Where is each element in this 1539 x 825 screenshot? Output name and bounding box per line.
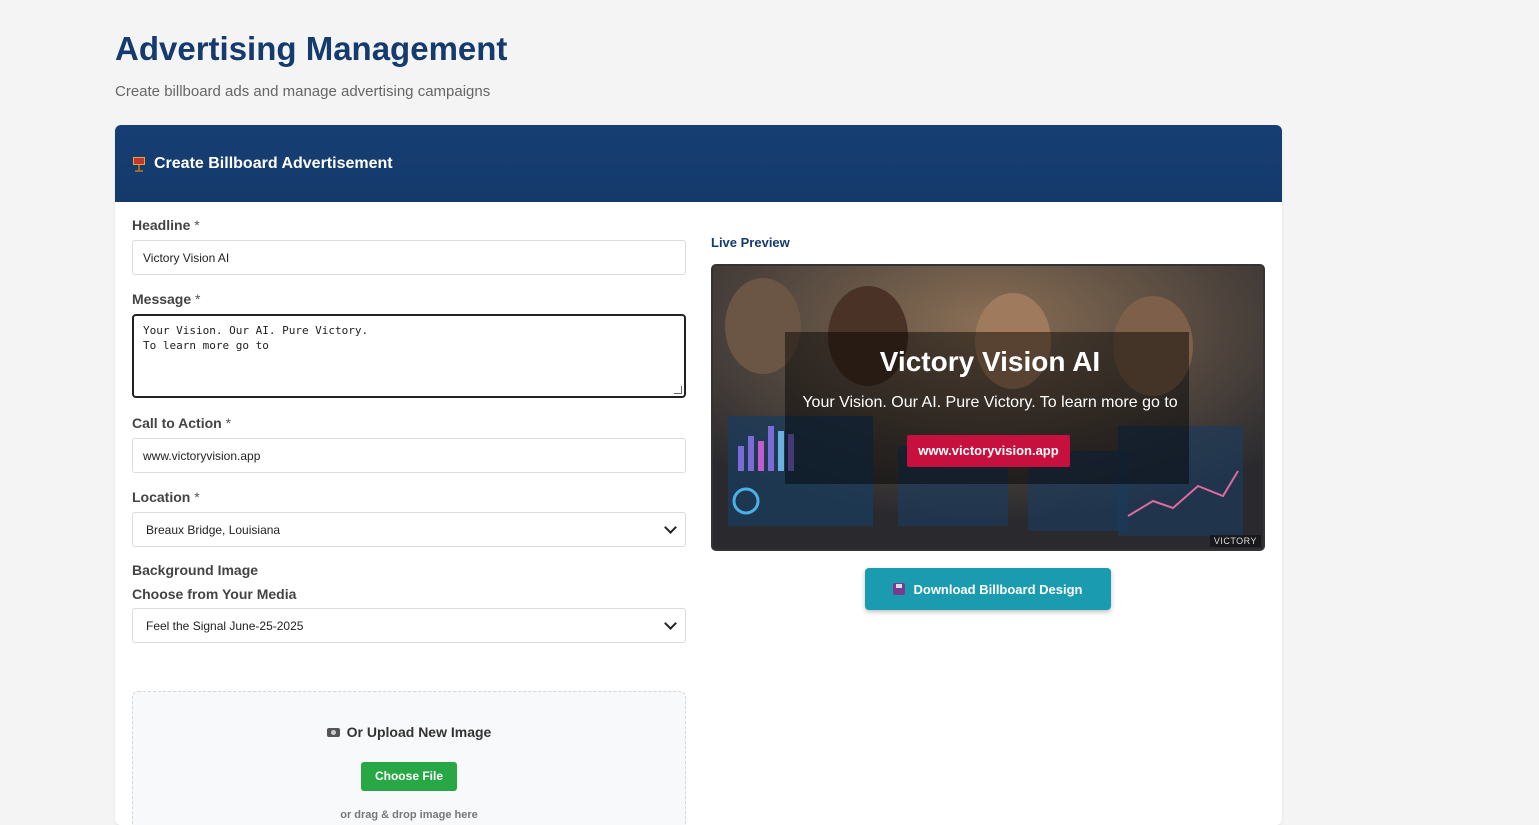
page-title: Advertising Management bbox=[115, 30, 508, 67]
billboard-icon bbox=[132, 156, 146, 172]
preview-label: Live Preview bbox=[711, 235, 790, 250]
camera-icon bbox=[326, 727, 340, 737]
chevron-down-icon bbox=[664, 520, 677, 534]
upload-title: Or Upload New Image bbox=[133, 724, 685, 740]
background-label: Background Image bbox=[132, 562, 259, 578]
location-group: Location * Breaux Bridge, Louisiana bbox=[132, 489, 686, 547]
chevron-down-icon bbox=[664, 616, 677, 630]
location-value: Breaux Bridge, Louisiana bbox=[146, 522, 281, 537]
download-billboard-button[interactable]: Download Billboard Design bbox=[865, 568, 1111, 610]
media-label: Choose from Your Media bbox=[132, 586, 297, 602]
preview-panel: Live Preview Victory Vision AI Your Visi… bbox=[711, 235, 1265, 610]
choose-file-button[interactable]: Choose File bbox=[361, 762, 457, 791]
page-subtitle: Create billboard ads and manage advertis… bbox=[115, 83, 491, 100]
headline-input[interactable]: Victory Vision AI bbox=[132, 240, 686, 275]
billboard-headline: Victory Vision AI bbox=[879, 346, 1101, 377]
media-value: Feel the Signal June-25-2025 bbox=[146, 618, 304, 633]
billboard-preview: Victory Vision AI Your Vision. Our AI. P… bbox=[711, 264, 1265, 551]
page-header: Advertising Management Create billboard … bbox=[115, 28, 507, 102]
headline-label: Headline * bbox=[132, 217, 200, 233]
resize-grip-icon[interactable] bbox=[674, 386, 682, 394]
message-text: Your Vision. Our AI. Pure Victory. To le… bbox=[143, 324, 369, 352]
billboard-cta: www.victoryvision.app bbox=[907, 435, 1070, 467]
background-group: Background Image Choose from Your Media … bbox=[132, 562, 686, 643]
media-select[interactable]: Feel the Signal June-25-2025 bbox=[132, 608, 686, 643]
location-select[interactable]: Breaux Bridge, Louisiana bbox=[132, 512, 686, 547]
card-title: Create Billboard Advertisement bbox=[154, 154, 393, 172]
billboard-message: Your Vision. Our AI. Pure Victory. To le… bbox=[802, 394, 1178, 411]
billboard-card: Create Billboard Advertisement Headline … bbox=[115, 125, 1282, 825]
floppy-disk-icon bbox=[893, 583, 906, 595]
drag-drop-hint: or drag & drop image here bbox=[340, 809, 478, 821]
headline-group: Headline * Victory Vision AI bbox=[132, 217, 686, 275]
message-textarea[interactable]: Your Vision. Our AI. Pure Victory. To le… bbox=[132, 314, 686, 398]
cta-group: Call to Action * www.victoryvision.app bbox=[132, 415, 686, 473]
billboard-watermark: VICTORY bbox=[1209, 535, 1261, 547]
location-label: Location * bbox=[132, 489, 200, 505]
message-label: Message * bbox=[132, 291, 201, 307]
cta-label: Call to Action * bbox=[132, 415, 232, 431]
cta-input[interactable]: www.victoryvision.app bbox=[132, 438, 686, 473]
message-group: Message * Your Vision. Our AI. Pure Vict… bbox=[132, 291, 686, 398]
card-header: Create Billboard Advertisement bbox=[115, 125, 1282, 202]
upload-dropzone[interactable]: Or Upload New Image Choose File or drag … bbox=[132, 691, 686, 825]
